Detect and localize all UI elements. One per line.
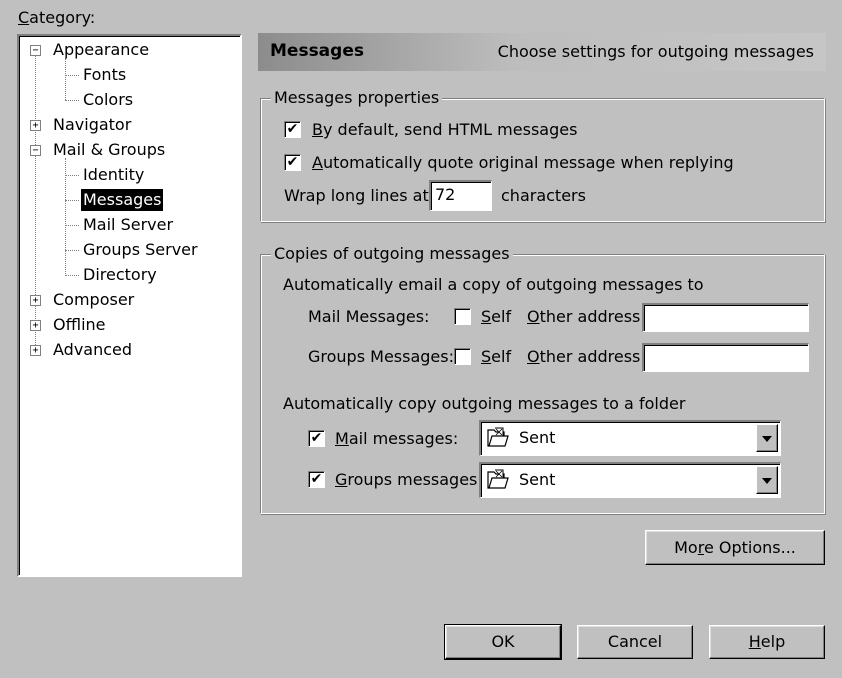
folder-copy-heading: Automatically copy outgoing messages to … bbox=[283, 394, 686, 413]
wrap-label: Wrap long lines at bbox=[284, 186, 429, 205]
groups-self-label[interactable]: Self bbox=[481, 347, 511, 367]
panel-description: Choose settings for outgoing messages bbox=[497, 42, 814, 61]
ok-button[interactable]: OK bbox=[444, 624, 562, 660]
panel-header: Messages Choose settings for outgoing me… bbox=[258, 33, 826, 71]
tree-item-appearance[interactable]: − Appearance bbox=[19, 39, 239, 61]
groups-folder-value: Sent bbox=[519, 470, 556, 489]
chevron-down-icon[interactable] bbox=[756, 466, 778, 494]
tree-item-label: Identity bbox=[83, 165, 145, 184]
category-label: Category: bbox=[18, 8, 96, 27]
group-legend: Messages properties bbox=[271, 88, 443, 108]
tree-item-label: Messages bbox=[81, 189, 164, 211]
mail-folder-label[interactable]: Mail messages: bbox=[335, 429, 458, 449]
tree-item-label: Colors bbox=[83, 90, 134, 109]
tree-item-label: Composer bbox=[53, 290, 135, 309]
mail-messages-label: Mail Messages: bbox=[308, 307, 430, 326]
group-legend: Copies of outgoing messages bbox=[271, 244, 513, 264]
expand-icon[interactable]: + bbox=[30, 345, 41, 356]
mail-self-label[interactable]: Self bbox=[481, 307, 511, 327]
tree-item-mail-groups[interactable]: − Mail & Groups bbox=[19, 139, 239, 161]
folder-icon bbox=[487, 427, 509, 447]
help-button[interactable]: Help bbox=[709, 625, 825, 659]
more-options-button[interactable]: More Options... bbox=[645, 530, 825, 565]
groups-other-label: Other address: bbox=[527, 347, 646, 366]
tree-item-advanced[interactable]: + Advanced bbox=[19, 339, 239, 361]
tree-item-label: Appearance bbox=[53, 40, 150, 59]
tree-item-navigator[interactable]: + Navigator bbox=[19, 114, 239, 136]
collapse-icon[interactable]: − bbox=[30, 45, 41, 56]
expand-icon[interactable]: + bbox=[30, 320, 41, 331]
tree-item-groups-server[interactable]: Groups Server bbox=[19, 239, 239, 261]
groups-self-checkbox[interactable] bbox=[454, 348, 471, 365]
send-html-checkbox[interactable]: ✔ bbox=[284, 121, 301, 138]
mail-folder-value: Sent bbox=[519, 428, 556, 447]
send-html-label[interactable]: By default, send HTML messages bbox=[312, 120, 577, 140]
expand-icon[interactable]: + bbox=[30, 120, 41, 131]
tree-item-label: Advanced bbox=[53, 340, 133, 359]
tree-item-label: Navigator bbox=[53, 115, 132, 134]
expand-icon[interactable]: + bbox=[30, 295, 41, 306]
tree-item-offline[interactable]: + Offline bbox=[19, 314, 239, 336]
groups-other-address-input[interactable] bbox=[642, 343, 809, 372]
mail-self-checkbox[interactable] bbox=[454, 308, 471, 325]
panel-title: Messages bbox=[270, 41, 364, 61]
groups-folder-label[interactable]: Groups messages: bbox=[335, 470, 483, 490]
tree-item-label: Fonts bbox=[83, 65, 127, 84]
mail-folder-checkbox[interactable]: ✔ bbox=[308, 430, 325, 447]
mail-other-label: Other address: bbox=[527, 307, 646, 326]
chevron-down-icon[interactable] bbox=[756, 424, 778, 452]
quote-original-checkbox[interactable]: ✔ bbox=[284, 154, 301, 171]
groups-folder-select[interactable]: Sent bbox=[479, 462, 781, 498]
wrap-length-input[interactable]: 72 bbox=[429, 180, 492, 211]
tree-item-fonts[interactable]: Fonts bbox=[19, 64, 239, 86]
messages-properties-group: Messages properties ✔ By default, send H… bbox=[260, 88, 825, 222]
tree-item-label: Groups Server bbox=[83, 240, 198, 259]
wrap-suffix: characters bbox=[501, 186, 586, 205]
mail-other-address-input[interactable] bbox=[642, 303, 809, 332]
tree-item-directory[interactable]: Directory bbox=[19, 264, 239, 286]
tree-item-mail-server[interactable]: Mail Server bbox=[19, 214, 239, 236]
quote-original-label[interactable]: Automatically quote original message whe… bbox=[312, 153, 734, 173]
tree-item-composer[interactable]: + Composer bbox=[19, 289, 239, 311]
folder-icon bbox=[487, 469, 509, 489]
tree-item-label: Mail & Groups bbox=[53, 140, 166, 159]
tree-item-label: Offline bbox=[53, 315, 106, 334]
tree-item-label: Directory bbox=[83, 265, 157, 284]
copies-group: Copies of outgoing messages Automaticall… bbox=[260, 244, 825, 514]
collapse-icon[interactable]: − bbox=[30, 145, 41, 156]
groups-folder-checkbox[interactable]: ✔ bbox=[308, 471, 325, 488]
tree-item-identity[interactable]: Identity bbox=[19, 164, 239, 186]
tree-item-colors[interactable]: Colors bbox=[19, 89, 239, 111]
mail-folder-select[interactable]: Sent bbox=[479, 420, 781, 456]
groups-messages-label: Groups Messages: bbox=[308, 347, 454, 366]
category-tree[interactable]: − Appearance Fonts Colors + Navigator − … bbox=[17, 34, 242, 577]
tree-item-label: Mail Server bbox=[83, 215, 174, 234]
email-copy-heading: Automatically email a copy of outgoing m… bbox=[283, 275, 704, 294]
tree-item-messages[interactable]: Messages bbox=[19, 189, 239, 211]
cancel-button[interactable]: Cancel bbox=[577, 625, 693, 659]
